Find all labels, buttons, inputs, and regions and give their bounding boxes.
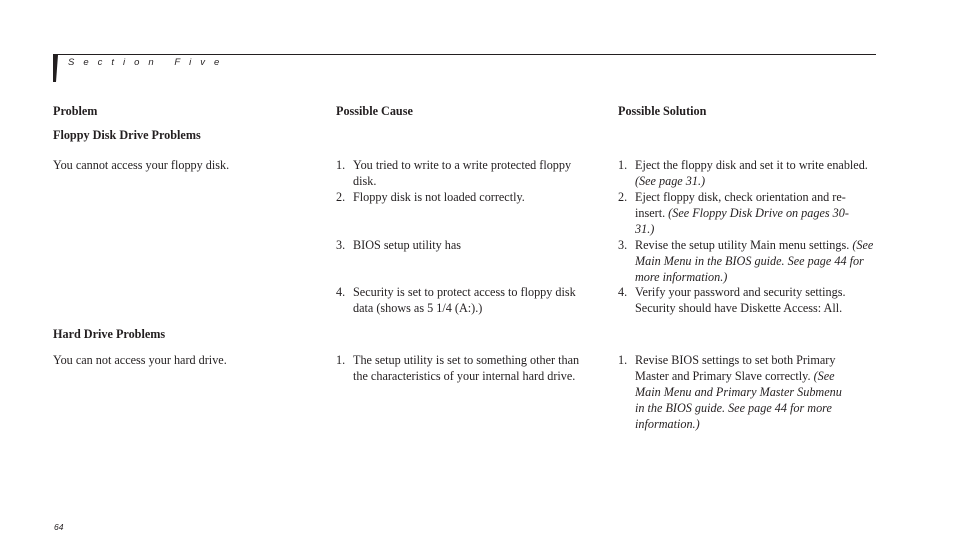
item-number: 3. <box>336 238 346 252</box>
section-label: Section Five <box>68 57 229 68</box>
group-title-hard-drive: Hard Drive Problems <box>53 327 166 341</box>
item-text: The setup utility is set to something ot… <box>353 353 580 383</box>
item-number: 1. <box>618 158 628 172</box>
item-text: Floppy disk is not loaded correctly. <box>353 190 525 204</box>
item-number: 1. <box>618 353 628 367</box>
solution-item: 2. Eject floppy disk, check orientation … <box>618 189 858 237</box>
problem-hard-drive: You can not access your hard drive. <box>53 353 227 367</box>
cause-item: 1. The setup utility is set to something… <box>336 352 581 384</box>
item-text: Eject the floppy disk and set it to writ… <box>635 157 876 189</box>
item-text: Revise the setup utility Main menu setti… <box>635 237 876 285</box>
item-number: 4. <box>618 285 628 299</box>
cause-item: 2. Floppy disk is not loaded correctly. <box>336 189 581 205</box>
item-text: Verify your password and security settin… <box>635 285 846 315</box>
item-number: 3. <box>618 238 628 252</box>
solution-text: Revise BIOS settings to set both Primary… <box>635 353 836 383</box>
item-number: 1. <box>336 353 346 367</box>
solution-text: Revise the setup utility Main menu setti… <box>635 238 850 252</box>
item-text: BIOS setup utility has <box>353 238 461 252</box>
solution-text: Eject the floppy disk and set it to writ… <box>635 158 868 172</box>
header-rule <box>53 54 876 55</box>
solution-item: 3. Revise the setup utility Main menu se… <box>618 237 876 285</box>
problem-floppy: You cannot access your floppy disk. <box>53 158 230 172</box>
header-wedge-mark <box>53 55 58 82</box>
cause-item: 3. BIOS setup utility has <box>336 237 581 253</box>
solution-item: 4. Verify your password and security set… <box>618 284 876 316</box>
solution-reference: (See Floppy Disk Drive on pages 30-31.) <box>635 206 849 236</box>
solution-item: 1. Revise BIOS settings to set both Prim… <box>618 352 848 432</box>
item-number: 2. <box>618 190 628 204</box>
column-header-cause: Possible Cause <box>336 104 413 118</box>
cause-item: 1. You tried to write to a write protect… <box>336 157 581 189</box>
solution-item: 1. Eject the floppy disk and set it to w… <box>618 157 876 189</box>
column-header-problem: Problem <box>53 104 98 118</box>
item-text: Revise BIOS settings to set both Primary… <box>635 352 848 432</box>
page-number: 64 <box>54 522 64 532</box>
item-number: 2. <box>336 190 346 204</box>
solution-reference: (See page 31.) <box>635 174 706 188</box>
item-text: Eject floppy disk, check orientation and… <box>635 189 858 237</box>
item-text: Security is set to protect access to flo… <box>353 285 576 315</box>
group-title-floppy: Floppy Disk Drive Problems <box>53 128 201 142</box>
item-number: 1. <box>336 158 346 172</box>
item-text: You tried to write to a write protected … <box>353 158 572 188</box>
cause-item: 4. Security is set to protect access to … <box>336 284 581 316</box>
item-number: 4. <box>336 285 346 299</box>
column-header-solution: Possible Solution <box>618 104 707 118</box>
